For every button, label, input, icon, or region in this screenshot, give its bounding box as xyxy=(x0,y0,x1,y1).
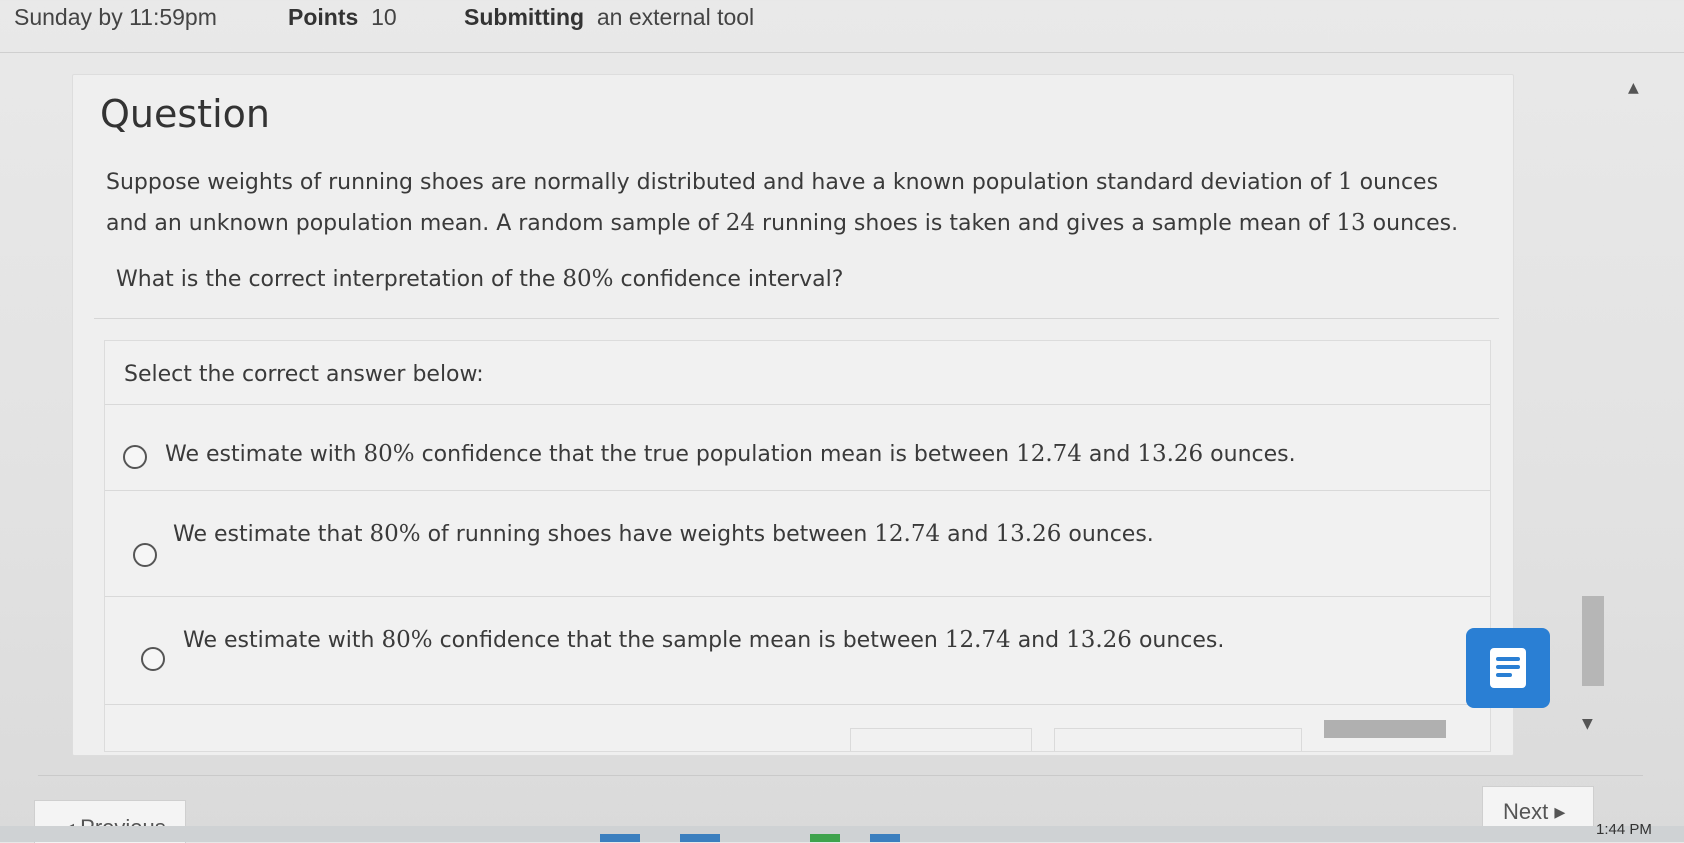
text-segment: We estimate with xyxy=(183,628,382,653)
text-segment: running shoes is taken and gives a sampl… xyxy=(755,211,1337,236)
text-segment: ounces. xyxy=(1131,628,1225,653)
option-pct: 80% xyxy=(369,521,421,547)
text-segment: ounces. xyxy=(1365,211,1459,236)
points-label: Points xyxy=(288,4,359,30)
text-segment: and an unknown population mean. A random… xyxy=(106,211,726,236)
points-value: 10 xyxy=(371,4,397,30)
text-segment: We estimate with xyxy=(165,442,364,467)
due-date: Sunday by 11:59pm xyxy=(14,4,217,30)
text-segment: ounces. xyxy=(1203,442,1296,467)
question-title: Question xyxy=(100,92,270,136)
text-segment: and xyxy=(1081,442,1138,467)
radio-button-icon[interactable] xyxy=(123,445,147,469)
answer-option-1-text[interactable]: We estimate with 80% confidence that the… xyxy=(165,441,1296,467)
placeholder-box xyxy=(850,728,1032,751)
option-upper: 13.26 xyxy=(1137,441,1204,467)
submitting-value: an external tool xyxy=(596,4,755,30)
taskbar-app-icon[interactable] xyxy=(680,834,720,842)
submitting-label: Submitting xyxy=(464,4,585,30)
text-segment: confidence interval? xyxy=(613,267,844,292)
option-lower: 12.74 xyxy=(1016,441,1082,467)
radio-button-icon[interactable] xyxy=(141,647,165,671)
text-segment: confidence that the true population mean… xyxy=(414,442,1017,467)
sample-mean-value: 13 xyxy=(1336,210,1366,236)
taskbar xyxy=(0,826,1684,842)
text-segment: What is the correct interpretation of th… xyxy=(116,267,563,292)
confidence-value: 80% xyxy=(562,266,614,292)
question-text: Suppose weights of running shoes are nor… xyxy=(106,162,1486,244)
std-dev-value: 1 xyxy=(1337,169,1353,195)
text-segment: and xyxy=(1010,628,1067,653)
text-segment: We estimate that xyxy=(173,522,370,547)
answer-option-2-text[interactable]: We estimate that 80% of running shoes ha… xyxy=(173,521,1154,547)
question-line-2: and an unknown population mean. A random… xyxy=(106,203,1486,244)
option-lower: 12.74 xyxy=(944,627,1011,653)
text-segment: confidence that the sample mean is betwe… xyxy=(432,628,945,653)
text-segment: of running shoes have weights between xyxy=(420,522,875,547)
text-segment: Suppose weights of running shoes are nor… xyxy=(106,170,1338,195)
chat-button[interactable] xyxy=(1466,628,1550,708)
footer-divider xyxy=(38,775,1643,776)
text-segment: ounces. xyxy=(1061,522,1154,547)
message-icon xyxy=(1490,648,1526,688)
next-label: Next ▸ xyxy=(1503,799,1566,824)
option-upper: 13.26 xyxy=(1066,627,1132,653)
progress-placeholder xyxy=(1324,720,1446,738)
answer-option-1[interactable]: We estimate with 80% confidence that the… xyxy=(105,404,1490,491)
sample-size-value: 24 xyxy=(725,210,756,236)
text-segment: ounces xyxy=(1352,170,1439,195)
submitting-info: Submitting an external tool xyxy=(464,4,754,31)
question-line-1: Suppose weights of running shoes are nor… xyxy=(106,162,1486,203)
taskbar-app-icon[interactable] xyxy=(600,834,640,842)
radio-button-icon[interactable] xyxy=(133,543,157,567)
divider xyxy=(94,318,1499,319)
assignment-header: Sunday by 11:59pm Points 10 Submitting a… xyxy=(0,0,1684,53)
next-button[interactable]: Next ▸ xyxy=(1482,786,1594,828)
scrollbar-thumb[interactable] xyxy=(1582,596,1604,686)
answer-option-2[interactable]: We estimate that 80% of running shoes ha… xyxy=(105,490,1490,597)
select-answer-label: Select the correct answer below: xyxy=(124,362,484,387)
scroll-up-icon[interactable]: ▲ xyxy=(1628,80,1639,96)
option-lower: 12.74 xyxy=(874,521,941,547)
taskbar-app-icon[interactable] xyxy=(810,834,840,842)
question-prompt: What is the correct interpretation of th… xyxy=(116,266,843,292)
option-pct: 80% xyxy=(363,441,415,467)
text-segment: and xyxy=(940,522,996,547)
taskbar-app-icon[interactable] xyxy=(870,834,900,842)
scroll-down-icon[interactable]: ▼ xyxy=(1582,716,1593,732)
option-upper: 13.26 xyxy=(995,521,1062,547)
answer-option-3[interactable]: We estimate with 80% confidence that the… xyxy=(105,596,1490,705)
placeholder-box xyxy=(1054,728,1302,751)
answers-bottom-border xyxy=(105,704,1490,706)
taskbar-clock: 1:44 PM xyxy=(1596,821,1652,838)
points-info: Points 10 xyxy=(288,4,397,31)
option-pct: 80% xyxy=(381,627,433,653)
answer-option-3-text[interactable]: We estimate with 80% confidence that the… xyxy=(183,627,1224,653)
